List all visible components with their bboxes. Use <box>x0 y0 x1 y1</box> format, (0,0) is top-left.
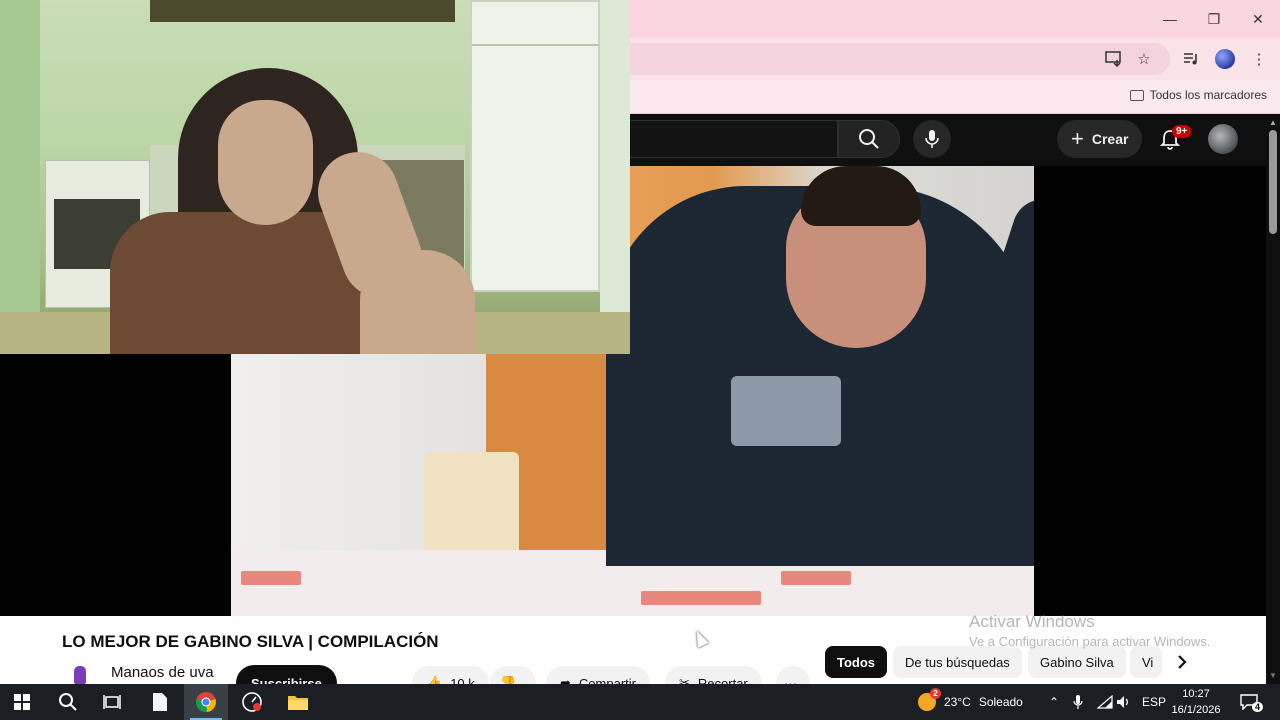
notifications-badge: 9+ <box>1172 125 1192 138</box>
input-language[interactable]: ESP <box>1142 684 1166 720</box>
weather-badge: 2 <box>930 688 941 699</box>
video-title: LO MEJOR DE GABINO SILVA | COMPILACIÓN <box>62 632 439 651</box>
network-icon[interactable] <box>1097 684 1113 720</box>
account-avatar[interactable] <box>1208 124 1238 154</box>
webcam-fridge-door-line <box>472 44 598 46</box>
chrome-icon <box>196 692 216 713</box>
minimize-button[interactable]: — <box>1148 0 1192 38</box>
chrome-toolbar: ☆ ⋮ <box>630 38 1280 80</box>
create-label: Crear <box>1091 131 1129 147</box>
chrome-titlebar: — ❐ ✕ <box>630 0 1280 38</box>
webcam-person-face <box>218 100 313 225</box>
voice-search-button[interactable] <box>913 120 951 158</box>
taskbar: 23°C Soleado 2 ⌃ ESP 10:27 16/1/2026 4 <box>0 684 1280 720</box>
task-view-icon <box>103 695 121 709</box>
search-icon <box>859 129 879 149</box>
folder-icon <box>1129 89 1144 101</box>
search-input[interactable] <box>630 120 838 158</box>
webcam-wall <box>0 0 40 354</box>
activate-windows-title: Activar Windows <box>969 612 1095 631</box>
bookmark-star-icon[interactable]: ☆ <box>1131 46 1157 72</box>
clock-date: 16/1/2026 <box>1171 704 1221 716</box>
show-hidden-icons-button[interactable]: ⌃ <box>1049 684 1059 720</box>
folder-icon <box>288 696 308 710</box>
media-queue-icon[interactable] <box>1178 46 1204 72</box>
webcam-fridge <box>470 0 600 292</box>
taskbar-chrome-app[interactable] <box>184 684 228 720</box>
restore-button[interactable]: ❐ <box>1192 0 1236 38</box>
chip-de-tus-busquedas[interactable]: De tus búsquedas <box>893 646 1022 678</box>
video-person-shirt-print <box>731 376 841 446</box>
microphone-tray-icon[interactable] <box>1073 684 1083 720</box>
chrome-menu-icon[interactable]: ⋮ <box>1246 46 1272 72</box>
screen: — ❐ ✕ ☆ ⋮ Todos los marcadores + Crear 9… <box>0 0 1280 720</box>
webcam-overlay <box>0 0 630 354</box>
channel-avatar[interactable] <box>74 666 86 684</box>
all-bookmarks-label: Todos los marcadores <box>1149 88 1267 102</box>
microphone-icon <box>1073 695 1083 709</box>
taskbar-search-button[interactable] <box>46 684 90 720</box>
recorder-icon <box>242 692 262 712</box>
youtube-masthead: + Crear 9+ <box>630 114 1266 166</box>
chevron-right-icon <box>1178 655 1187 669</box>
tablecloth-pattern <box>241 571 301 585</box>
webcam-cabinet <box>150 0 455 22</box>
address-bar[interactable] <box>630 43 1170 75</box>
page-scrollbar[interactable]: ▲ ▼ <box>1266 114 1280 684</box>
create-button[interactable]: + Crear <box>1057 120 1143 158</box>
search-icon <box>59 693 77 711</box>
taskbar-file-explorer[interactable] <box>276 684 320 720</box>
windows-logo-icon <box>14 694 30 710</box>
install-app-icon[interactable] <box>1101 46 1127 72</box>
activate-windows-subtitle: Ve a Configuración para activar Windows. <box>969 634 1211 649</box>
chip-gabino-silva[interactable]: Gabino Silva <box>1028 646 1126 678</box>
tablecloth-pattern <box>781 571 851 585</box>
weather-temperature: 23°C <box>944 695 971 709</box>
task-view-button[interactable] <box>90 684 134 720</box>
bookmarks-bar: Todos los marcadores <box>630 80 1280 114</box>
volume-icon[interactable] <box>1116 684 1132 720</box>
profile-avatar-icon[interactable] <box>1212 46 1238 72</box>
video-cup <box>424 452 519 562</box>
search-button[interactable] <box>838 120 900 158</box>
chip-todos[interactable]: Todos <box>825 646 888 678</box>
weather-description: Soleado <box>978 695 1023 709</box>
taskbar-recorder-app[interactable] <box>230 684 274 720</box>
scroll-up-arrow-icon[interactable]: ▲ <box>1269 118 1277 127</box>
start-button[interactable] <box>0 684 44 720</box>
chip-partial[interactable]: Vi <box>1130 646 1162 678</box>
close-window-button[interactable]: ✕ <box>1236 0 1280 38</box>
clock-time: 10:27 <box>1182 688 1210 700</box>
channel-name[interactable]: Manaos de uva <box>111 664 214 681</box>
video-person-hair <box>801 166 921 226</box>
webcam-curtain <box>600 0 630 354</box>
document-icon <box>153 693 167 711</box>
taskbar-clock[interactable]: 10:27 16/1/2026 <box>1164 686 1228 718</box>
taskbar-file-app[interactable] <box>138 684 182 720</box>
all-bookmarks-button[interactable]: Todos los marcadores <box>1129 88 1267 102</box>
scroll-down-arrow-icon[interactable]: ▼ <box>1269 671 1277 680</box>
notification-count-badge: 4 <box>1252 702 1264 712</box>
microphone-icon <box>925 130 939 148</box>
plus-icon: + <box>1071 126 1084 151</box>
chips-next-button[interactable] <box>1166 646 1198 678</box>
scrollbar-thumb[interactable] <box>1269 130 1277 234</box>
tablecloth-pattern <box>641 591 761 605</box>
